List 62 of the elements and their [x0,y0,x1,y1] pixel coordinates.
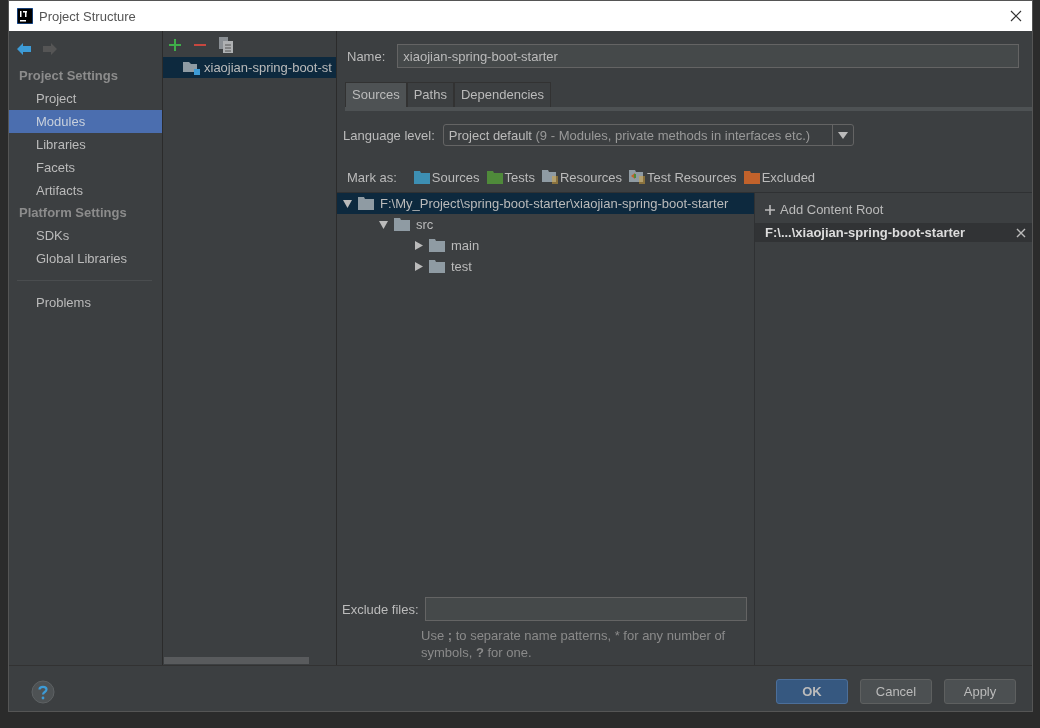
folder-icon [429,260,445,273]
mark-as-button[interactable]: Test Resources [629,169,737,185]
collapsed-arrow-icon[interactable] [415,262,423,271]
tree-label: test [451,259,472,274]
tree-label: main [451,238,480,253]
module-folder-icon [183,59,201,76]
folder-icon [358,197,374,210]
folder-icon [429,239,445,252]
mark-as-button[interactable]: Sources [413,169,480,185]
plus-icon [765,204,775,215]
mark-as-button[interactable]: Resources [541,169,623,185]
horizontal-scrollbar[interactable] [164,657,309,664]
tree-label: src [416,217,434,232]
sidebar-item[interactable]: Libraries [9,133,162,156]
exclude-files-label: Exclude files: [342,601,419,617]
folder-icon [394,218,410,231]
language-level-label: Language level: [343,127,435,143]
language-level-dropdown[interactable]: Project default (9 - Modules, private methods in interfaces etc.) [442,124,854,146]
module-name: xiaojian-spring-boot-st [204,60,332,75]
tab[interactable]: Sources [345,82,407,107]
sidebar-item[interactable]: SDKs [9,224,162,247]
mark-as-label: Mark as: [347,169,397,185]
sidebar-item[interactable]: Facets [9,156,162,179]
help-icon[interactable] [31,679,55,704]
sidebar-item[interactable]: Artifacts [9,179,162,202]
name-field[interactable]: xiaojian-spring-boot-starter [397,44,1019,68]
mark-as-button[interactable]: Tests [486,169,535,185]
back-arrow-icon[interactable] [17,43,31,55]
close-icon[interactable] [1016,227,1026,238]
tab[interactable]: Dependencies [453,82,552,107]
dialog-button[interactable]: Apply [944,679,1016,704]
exclude-files-field[interactable] [424,597,747,621]
exclude-files-hint: Use ; to separate name patterns, * for any number of symbols, ? for one. [420,627,727,662]
dialog-button[interactable]: OK [776,679,848,704]
sidebar-item[interactable]: Modules [9,110,162,133]
copy-icon[interactable] [219,37,233,53]
add-content-root-button[interactable]: Add Content Root [755,193,1032,218]
sidebar-item[interactable]: Problems [9,291,162,314]
sidebar-section-header: Platform Settings [18,204,128,222]
tree-row[interactable]: src [337,214,754,235]
tab[interactable]: Paths [406,82,454,107]
sidebar-section-header: Project Settings [18,67,119,85]
dialog-button[interactable]: Cancel [860,679,932,704]
module-item[interactable]: xiaojian-spring-boot-st [163,57,336,78]
tree-row[interactable]: main [337,235,754,256]
tree-row[interactable]: F:\My_Project\spring-boot-starter\xiaojian-spring-boot-starter [337,193,754,214]
mark-as-button[interactable]: Excluded [743,169,816,185]
close-icon[interactable] [1010,10,1022,22]
content-root-row[interactable]: F:\...\xiaojian-spring-boot-starter [755,223,1032,242]
dropdown-arrow-icon [837,131,848,139]
app-logo-icon [17,8,33,24]
sidebar-item[interactable]: Global Libraries [9,247,162,270]
tree-label: F:\My_Project\spring-boot-starter\xiaojian-spring-boot-starter [380,196,729,211]
sidebar-item[interactable]: Project [9,87,162,110]
expanded-arrow-icon[interactable] [343,199,352,208]
expanded-arrow-icon[interactable] [379,220,388,229]
content-root-path: F:\...\xiaojian-spring-boot-starter [765,225,966,240]
add-icon[interactable] [169,39,181,51]
collapsed-arrow-icon[interactable] [415,241,423,250]
name-label: Name: [347,48,386,64]
window-title: Project Structure [39,8,137,24]
tree-row[interactable]: test [337,256,754,277]
